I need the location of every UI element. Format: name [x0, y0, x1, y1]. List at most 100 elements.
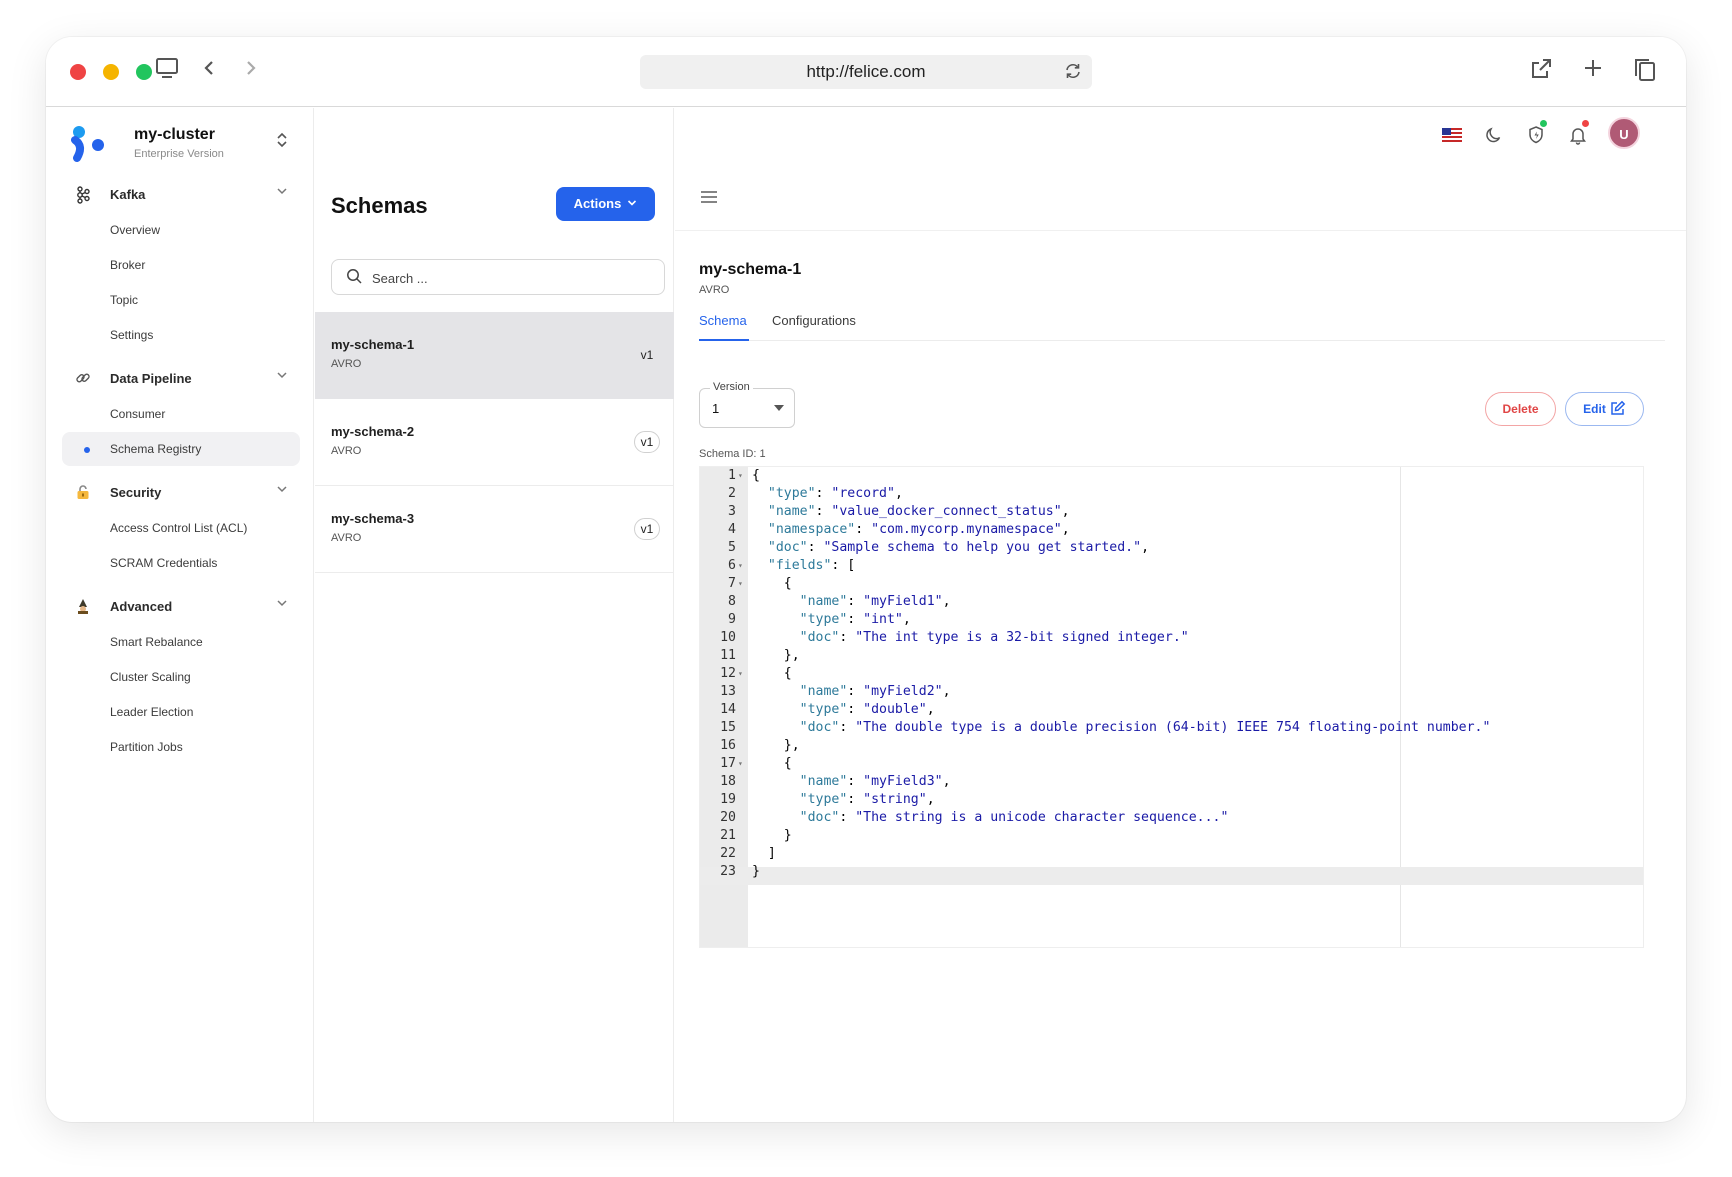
sidebar-item-label: Cluster Scaling [110, 670, 191, 684]
nav-group-security[interactable]: Security [62, 478, 300, 508]
brand-logo [70, 124, 106, 164]
active-line-highlight [700, 867, 1643, 885]
schema-title: my-schema-1 [699, 261, 802, 278]
sidebar-item-leader-election[interactable]: Leader Election [62, 695, 300, 729]
schema-list-panel: Schemas Actions my-schema-1 AVRO v1 my-s… [315, 108, 674, 1122]
lock-icon [74, 484, 92, 504]
list-item[interactable]: my-schema-3 AVRO v1 [315, 486, 674, 573]
code-text: "name": "myField3", [799, 774, 951, 789]
code-text: "namespace": "com.mycorp.mynamespace", [767, 522, 1070, 537]
tab-configurations[interactable]: Configurations [772, 313, 856, 328]
list-item[interactable]: my-schema-2 AVRO v1 [315, 399, 674, 486]
sidebar-item-smart-rebalance[interactable]: Smart Rebalance [62, 625, 300, 659]
edit-icon [1606, 400, 1626, 416]
shield-icon[interactable] [1522, 122, 1550, 150]
line-number: 10 [720, 630, 736, 645]
line-number: 19 [720, 792, 736, 807]
new-tab-icon[interactable] [1578, 57, 1608, 87]
sidebar-item-cluster-scaling[interactable]: Cluster Scaling [62, 660, 300, 694]
code-text: } [752, 864, 760, 879]
header-divider [675, 230, 1686, 231]
sidebar-item-acl[interactable]: Access Control List (ACL) [62, 511, 300, 545]
sidebar-item-label: Settings [110, 328, 154, 342]
schema-type: AVRO [331, 358, 362, 370]
delete-label: Delete [1502, 402, 1539, 416]
reload-icon[interactable] [1064, 55, 1082, 89]
nav-group-label: Kafka [110, 187, 146, 202]
edit-button[interactable]: Edit [1565, 392, 1644, 426]
code-text: "type": "double", [799, 702, 935, 717]
address-bar[interactable]: http://felice.com [640, 55, 1092, 89]
fold-arrow-icon[interactable]: ▾ [738, 467, 743, 485]
sidebar-item-consumer[interactable]: Consumer [62, 397, 300, 431]
nav-group-data-pipeline[interactable]: Data Pipeline [62, 364, 300, 394]
minimize-window-button[interactable] [103, 64, 119, 80]
nav-group-kafka[interactable]: Kafka [62, 180, 300, 210]
app: my-cluster Enterprise Version Kafka Over… [46, 108, 1686, 1122]
line-number: 2 [728, 486, 736, 501]
bell-icon[interactable] [1564, 122, 1592, 150]
list-item[interactable]: my-schema-1 AVRO v1 [315, 312, 674, 399]
copy-tabs-icon[interactable] [1630, 57, 1660, 91]
actions-button[interactable]: Actions [556, 187, 655, 221]
schema-code-editor[interactable]: 1 ▾{2 "type": "record", 3 "name": "value_d… [699, 466, 1644, 948]
search-input[interactable] [372, 268, 652, 288]
code-text: { [752, 576, 792, 591]
caret-down-icon [774, 405, 784, 411]
cluster-switcher-icon[interactable] [276, 132, 288, 151]
nav-group-advanced[interactable]: Advanced [62, 592, 300, 622]
code-text: "doc": "The int type is a 32-bit signed … [799, 630, 1189, 645]
code-text: } [752, 828, 792, 843]
back-arrow-icon[interactable] [194, 57, 224, 87]
line-number: 9 [728, 612, 736, 627]
code-text: ] [752, 846, 776, 861]
sidebar-item-overview[interactable]: Overview [62, 213, 300, 247]
avatar[interactable]: U [1608, 117, 1640, 149]
line-number: 1 [728, 468, 736, 483]
maximize-window-button[interactable] [136, 64, 152, 80]
version-badge: v1 [640, 348, 654, 362]
chevron-down-icon [276, 597, 288, 612]
sidebar-item-scram-credentials[interactable]: SCRAM Credentials [62, 546, 300, 580]
tab-label: Schema [699, 313, 747, 328]
monitor-icon[interactable] [152, 57, 182, 87]
sidebar-item-topic[interactable]: Topic [62, 283, 300, 317]
fold-arrow-icon[interactable]: ▾ [738, 665, 743, 683]
fold-arrow-icon[interactable]: ▾ [738, 575, 743, 593]
tab-schema[interactable]: Schema [699, 313, 749, 341]
schema-type: AVRO [331, 532, 362, 544]
version-badge: v1 [634, 431, 660, 453]
delete-button[interactable]: Delete [1485, 392, 1556, 426]
code-text: { [752, 468, 760, 483]
code-text: }, [752, 648, 800, 663]
cluster-edition: Enterprise Version [134, 148, 224, 160]
close-window-button[interactable] [70, 64, 86, 80]
sidebar-item-schema-registry[interactable]: Schema Registry [62, 432, 300, 466]
line-number: 5 [728, 540, 736, 555]
wizard-icon [74, 598, 92, 618]
sidebar-item-broker[interactable]: Broker [62, 248, 300, 282]
hamburger-menu-icon[interactable] [699, 188, 719, 211]
shield-status-dot [1540, 120, 1547, 127]
code-text: "name": "value_docker_connect_status", [767, 504, 1070, 519]
chevron-down-icon [276, 369, 288, 384]
nav-group-label: Data Pipeline [110, 371, 192, 386]
sidebar-item-label: Overview [110, 223, 161, 237]
browser-toolbar: http://felice.com [46, 37, 1686, 107]
open-external-icon[interactable] [1526, 57, 1556, 89]
dark-mode-moon-icon[interactable] [1480, 122, 1508, 150]
line-number: 4 [728, 522, 736, 537]
schema-id: Schema ID: 1 [699, 448, 766, 460]
line-number: 15 [720, 720, 736, 735]
sidebar-item-settings[interactable]: Settings [62, 318, 300, 352]
forward-arrow-icon[interactable] [236, 57, 266, 87]
sidebar-item-partition-jobs[interactable]: Partition Jobs [62, 730, 300, 764]
fold-arrow-icon[interactable]: ▾ [738, 755, 743, 773]
line-number: 13 [720, 684, 736, 699]
sidebar-item-label: Access Control List (ACL) [110, 521, 248, 535]
line-number: 3 [728, 504, 736, 519]
fold-arrow-icon[interactable]: ▾ [738, 557, 743, 575]
version-select[interactable]: Version 1 [699, 381, 795, 428]
us-flag-icon[interactable] [1438, 122, 1466, 150]
chevron-down-icon [276, 185, 288, 200]
